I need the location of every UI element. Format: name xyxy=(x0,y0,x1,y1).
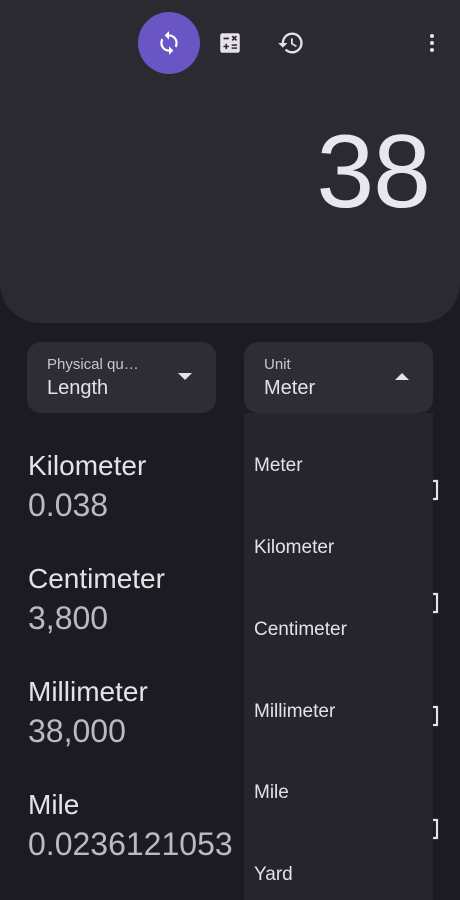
history-button[interactable] xyxy=(260,12,322,74)
result-item[interactable]: Mile 0.0236121053 xyxy=(28,788,233,864)
dropdown-option-centimeter[interactable]: Centimeter xyxy=(254,619,347,641)
unit-value: Meter xyxy=(264,377,316,399)
more-vert-icon xyxy=(430,34,434,52)
input-value-display[interactable]: 38 xyxy=(316,112,431,232)
chevron-up-icon xyxy=(395,373,409,380)
result-value: 38,000 xyxy=(28,713,126,749)
result-unit-name: Millimeter xyxy=(28,676,148,707)
dropdown-option-mile[interactable]: Mile xyxy=(254,782,289,804)
more-options-button[interactable] xyxy=(401,12,460,74)
chevron-down-icon xyxy=(178,373,192,380)
physical-quantity-select[interactable]: Physical qu… Length xyxy=(27,342,216,413)
dropdown-option-millimeter[interactable]: Millimeter xyxy=(254,701,335,723)
result-unit-name: Centimeter xyxy=(28,563,165,594)
history-icon xyxy=(278,32,303,54)
dropdown-option-yard[interactable]: Yard xyxy=(254,864,293,886)
result-value: 0.038 xyxy=(28,487,109,523)
calculator-icon xyxy=(220,33,240,53)
dropdown-option-kilometer[interactable]: Kilometer xyxy=(254,537,334,559)
physical-quantity-label: Physical qu… xyxy=(47,356,139,373)
converter-button[interactable] xyxy=(138,12,200,74)
swap-icon xyxy=(160,31,178,55)
display-panel: 38 xyxy=(0,0,460,323)
result-unit-name: Mile xyxy=(28,789,80,820)
result-item[interactable]: Kilometer 0.038 xyxy=(28,449,146,525)
unit-label: Unit xyxy=(264,356,291,373)
calculator-button[interactable] xyxy=(199,12,261,74)
result-value: 0.0236121053 xyxy=(28,826,233,862)
result-value: 3,800 xyxy=(28,600,109,636)
unit-dropdown-menu: Meter Kilometer Centimeter Millimeter Mi… xyxy=(244,413,433,900)
result-item[interactable]: Millimeter 38,000 xyxy=(28,675,148,751)
physical-quantity-value: Length xyxy=(47,377,109,399)
dropdown-option-meter[interactable]: Meter xyxy=(254,455,303,477)
result-item[interactable]: Centimeter 3,800 xyxy=(28,562,165,638)
unit-select[interactable]: Unit Meter xyxy=(244,342,433,413)
result-unit-name: Kilometer xyxy=(28,450,147,481)
